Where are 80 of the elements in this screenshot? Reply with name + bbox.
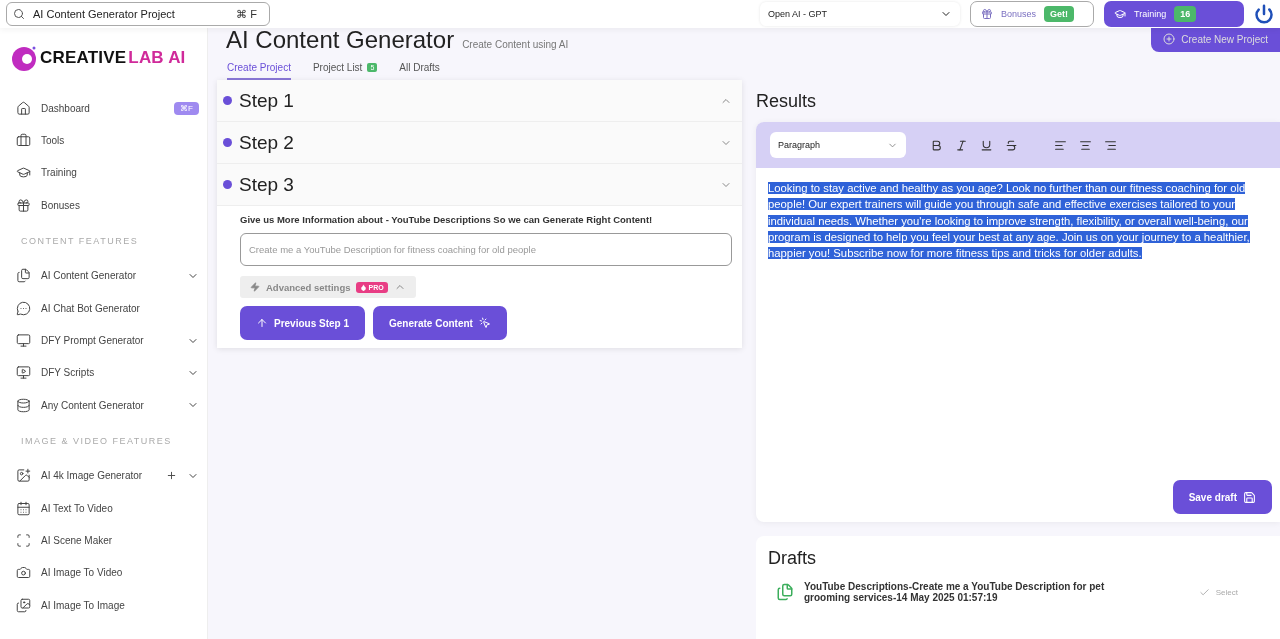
drafts-title: Drafts xyxy=(768,548,817,569)
plus-icon[interactable] xyxy=(166,470,177,482)
step-header[interactable]: Step 2 xyxy=(217,122,742,164)
section-heading: CONTENT FEATURES xyxy=(21,235,140,246)
sidebar-item[interactable]: DFY Prompt Generator xyxy=(10,324,207,357)
save-icon xyxy=(1243,490,1256,504)
tab[interactable]: All Drafts xyxy=(399,56,440,80)
step-dot xyxy=(223,138,232,147)
description-input[interactable]: Create me a YouTube Description for fitness coaching for old people xyxy=(240,233,732,266)
power-icon[interactable] xyxy=(1254,4,1274,24)
align-center-icon[interactable] xyxy=(1079,138,1092,152)
step-header[interactable]: Step 3 xyxy=(217,164,742,206)
sidebar-item[interactable]: AI 4k Image Generator xyxy=(10,459,207,492)
strikethrough-icon[interactable] xyxy=(1005,138,1018,152)
sidebar-item[interactable]: Training xyxy=(10,156,207,190)
gift-icon xyxy=(981,8,993,20)
block-type-select[interactable]: Paragraph xyxy=(770,132,906,158)
arrow-up-icon xyxy=(256,317,268,329)
check-icon xyxy=(1198,586,1210,598)
section-heading: IMAGE & VIDEO FEATURES xyxy=(21,435,173,446)
generate-content-button[interactable]: Generate Content xyxy=(373,306,507,340)
badge: Get! xyxy=(1044,6,1075,22)
underline-icon[interactable] xyxy=(980,138,993,152)
align-right-icon[interactable] xyxy=(1104,138,1117,152)
shortcut-badge: ⌘F xyxy=(174,101,199,115)
menu-item-icon xyxy=(16,500,31,516)
menu-item-icon xyxy=(16,533,31,548)
sidebar-item[interactable]: Any Content Generator xyxy=(10,389,207,422)
align-left-icon[interactable] xyxy=(1054,138,1067,152)
search-field[interactable]: AI Content Generator Project ⌘ F xyxy=(6,2,270,26)
logo-text: CREATIVE xyxy=(40,48,127,68)
sidebar-item[interactable]: AI Chat Bot Generator xyxy=(10,291,207,325)
model-select[interactable]: Open AI - GPT xyxy=(760,2,960,26)
previous-step-button[interactable]: Previous Step 1 xyxy=(240,306,366,340)
page-title: AI Content Generator xyxy=(226,28,455,52)
draft-title: YouTube Descriptions-Create me a YouTube Description for pet grooming services-14 May 2025 01:57:19 xyxy=(804,581,1106,603)
menu-item-icon xyxy=(16,165,31,181)
menu-item-icon xyxy=(16,565,31,581)
menu-item-icon xyxy=(16,397,31,413)
badge: 16 xyxy=(1174,6,1197,22)
sidebar-item[interactable]: AI Text To Video xyxy=(10,491,207,525)
menu-item-icon xyxy=(16,333,31,349)
step-dot xyxy=(223,96,232,105)
step-dot xyxy=(223,180,232,189)
sidebar-item[interactable]: AI Image To Video xyxy=(10,556,207,590)
menu-item-icon xyxy=(16,197,31,213)
logo-icon xyxy=(10,44,38,72)
italic-icon[interactable] xyxy=(955,138,968,152)
menu-item-icon xyxy=(16,468,31,484)
plus-circle-icon xyxy=(1163,33,1176,45)
sidebar-item[interactable]: AI Content Generator xyxy=(10,259,207,292)
documents-icon xyxy=(776,583,794,601)
sidebar-item[interactable]: DFY Scripts xyxy=(10,356,207,390)
menu-item-icon xyxy=(16,365,31,381)
step-prompt: Give us More Information about - YouTube Descriptions So we can Generate Right Content! xyxy=(240,214,654,225)
graduation-cap-icon xyxy=(1114,8,1126,20)
bonuses-button[interactable]: Bonuses Get! xyxy=(970,1,1094,27)
training-button[interactable]: Training 16 xyxy=(1104,1,1244,27)
menu-item-icon xyxy=(16,597,31,613)
sidebar-item[interactable]: AI Image To Image xyxy=(10,589,207,622)
menu-item-icon xyxy=(16,133,31,149)
search-input[interactable]: AI Content Generator Project xyxy=(31,7,225,21)
lightning-icon xyxy=(250,282,260,292)
create-project-button[interactable]: Create New Project xyxy=(1151,26,1280,52)
results-title: Results xyxy=(756,89,818,113)
sidebar-item[interactable]: Tools xyxy=(10,124,207,157)
pointer-click-icon xyxy=(478,317,491,329)
menu-item-icon xyxy=(16,268,31,284)
sidebar-item[interactable]: Dashboard ⌘F xyxy=(10,92,207,125)
save-draft-button[interactable]: Save draft xyxy=(1172,480,1272,514)
step-header[interactable]: Step 1 xyxy=(217,80,742,122)
sidebar-item[interactable]: Bonuses xyxy=(10,189,207,222)
menu-item-icon xyxy=(16,300,31,316)
logo-text: LAB AI xyxy=(128,48,186,68)
bold-icon[interactable] xyxy=(930,138,943,152)
menu-item-icon xyxy=(16,100,31,116)
page-subtitle: Create Content using AI xyxy=(462,39,569,50)
search-icon xyxy=(13,8,25,20)
generated-text: Looking to stay active and healthy as you age? Look no further than our fitness coaching for old people! Our expert trainers will guide you through safe and effective exercises tailored to your individual needs. Whether you're looking to improve strength, flexibility, or overall well-being, our program is designed to help you feel your best at any age. Join us on your journey to a healthier, happier you! Subscribe now for more fitness tips and tricks for older adults. xyxy=(767,181,1251,262)
sidebar-item[interactable]: AI Scene Maker xyxy=(10,524,207,557)
